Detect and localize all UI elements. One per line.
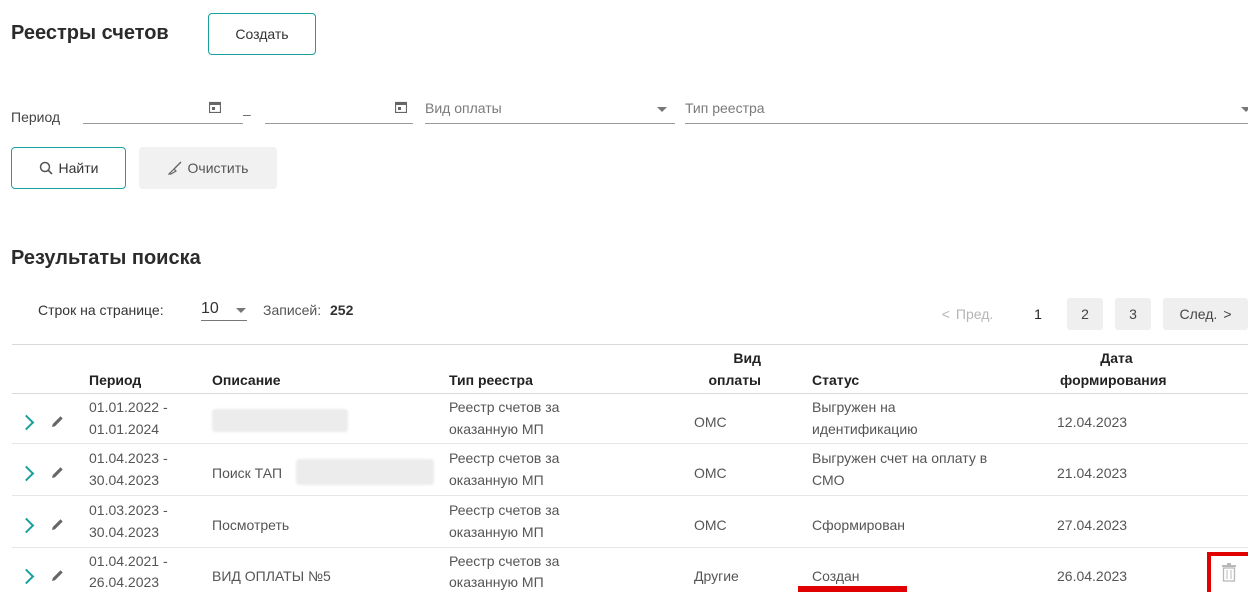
rows-per-page-select[interactable]: 10 [201, 300, 247, 321]
pagination-page-1[interactable]: 1 [1020, 298, 1056, 330]
pagination-page-2[interactable]: 2 [1067, 298, 1103, 330]
cell-status-line2: СМО [812, 472, 845, 488]
cell-period-end: 26.04.2023 [89, 574, 160, 590]
cell-description: Посмотреть [212, 517, 290, 533]
row-divider [12, 547, 1248, 548]
chevron-left-icon: < [941, 306, 950, 322]
table-top-border [12, 344, 1248, 345]
dropdown-caret-icon[interactable] [657, 107, 667, 112]
column-header-description[interactable]: Описание [212, 372, 281, 388]
pencil-icon[interactable] [50, 568, 65, 583]
period-label: Период [11, 109, 61, 125]
chevron-right-icon[interactable] [18, 414, 35, 431]
period-to-field[interactable] [265, 96, 413, 124]
cell-payment-type: ОМС [694, 465, 727, 481]
dropdown-caret-icon[interactable] [1241, 107, 1248, 112]
pagination-prev[interactable]: < Пред. [925, 298, 1010, 330]
column-header-payment-type-line2[interactable]: оплаты [680, 372, 762, 388]
pencil-icon[interactable] [50, 414, 65, 429]
row-divider [12, 495, 1248, 496]
cell-period-start: 01.04.2021 - [89, 553, 168, 569]
column-header-registry-type[interactable]: Тип реестра [449, 372, 533, 388]
records-count: 252 [330, 302, 354, 318]
cell-registry-type-line2: оказанную МП [449, 472, 544, 488]
cell-status-line1: Выгружен на [812, 399, 896, 415]
rows-per-page-label: Строк на странице: [38, 302, 164, 318]
column-header-period[interactable]: Период [89, 372, 141, 388]
clear-button[interactable]: Очистить [139, 147, 277, 189]
calendar-icon[interactable] [209, 101, 221, 113]
table-header-border [12, 393, 1248, 394]
cell-registry-type-line2: оказанную МП [449, 574, 544, 590]
chevron-right-icon: > [1223, 306, 1232, 322]
blurred-description [212, 409, 348, 432]
cell-period-end: 01.01.2024 [89, 421, 160, 437]
cell-date: 12.04.2023 [1057, 414, 1128, 430]
rows-per-page-value: 10 [201, 300, 219, 317]
cell-registry-type-line1: Реестр счетов за [449, 399, 560, 415]
search-icon [39, 161, 53, 175]
create-button[interactable]: Создать [208, 13, 316, 55]
cell-registry-type-line2: оказанную МП [449, 524, 544, 540]
cell-date: 27.04.2023 [1057, 517, 1128, 533]
find-button-label: Найти [58, 160, 99, 176]
records-label: Записей: [263, 302, 322, 318]
cell-date: 26.04.2023 [1057, 568, 1128, 584]
page-title: Реестры счетов [11, 22, 169, 44]
dropdown-caret-icon [236, 308, 246, 313]
pencil-icon[interactable] [50, 465, 65, 480]
pagination-next-label: След. [1179, 306, 1218, 322]
blurred-description-part [296, 459, 434, 485]
pagination-prev-label: Пред. [955, 306, 994, 322]
cell-payment-type: Другие [694, 568, 739, 584]
cell-status-line2: идентификацию [812, 421, 918, 437]
cell-registry-type-line2: оказанную МП [449, 421, 544, 437]
pencil-icon[interactable] [50, 517, 65, 532]
registry-type-select[interactable] [685, 96, 1248, 124]
cell-description: Поиск ТАП [212, 465, 283, 481]
cell-description: ВИД ОПЛАТЫ №5 [212, 568, 331, 584]
cell-period-start: 01.01.2022 - [89, 399, 168, 415]
cell-registry-type-line1: Реестр счетов за [449, 450, 560, 466]
cell-period-end: 30.04.2023 [89, 524, 160, 540]
trash-icon[interactable] [1221, 563, 1237, 582]
results-title: Результаты поиска [11, 247, 201, 269]
pagination-next[interactable]: След. > [1163, 298, 1248, 330]
chevron-right-icon[interactable] [18, 517, 35, 534]
status-highlight-underline [798, 586, 907, 592]
column-header-payment-type-line1[interactable]: Вид [705, 350, 761, 366]
pagination-page-3[interactable]: 3 [1115, 298, 1151, 330]
row-divider [12, 443, 1248, 444]
cell-payment-type: ОМС [694, 517, 727, 533]
calendar-icon[interactable] [395, 101, 407, 113]
column-header-date-line1[interactable]: Дата [1060, 350, 1173, 366]
registry-type-placeholder: Тип реестра [685, 100, 765, 116]
find-button[interactable]: Найти [11, 147, 126, 189]
cell-date: 21.04.2023 [1057, 465, 1128, 481]
cell-status: Создан [812, 568, 860, 584]
cell-period-end: 30.04.2023 [89, 472, 160, 488]
cell-registry-type-line1: Реестр счетов за [449, 553, 560, 569]
clear-button-label: Очистить [187, 160, 249, 176]
payment-type-placeholder: Вид оплаты [425, 100, 502, 116]
cell-registry-type-line1: Реестр счетов за [449, 502, 560, 518]
column-header-status[interactable]: Статус [812, 372, 859, 388]
cell-status-line1: Выгружен счет на оплату в [812, 450, 988, 466]
chevron-right-icon[interactable] [18, 568, 35, 585]
cell-period-start: 01.04.2023 - [89, 450, 168, 466]
period-dash: – [243, 106, 251, 122]
cell-payment-type: ОМС [694, 414, 727, 430]
broom-icon [167, 161, 182, 175]
cell-period-start: 01.03.2023 - [89, 502, 168, 518]
cell-status: Сформирован [812, 517, 906, 533]
chevron-right-icon[interactable] [18, 465, 35, 482]
column-header-date-line2[interactable]: формирования [1060, 372, 1167, 388]
